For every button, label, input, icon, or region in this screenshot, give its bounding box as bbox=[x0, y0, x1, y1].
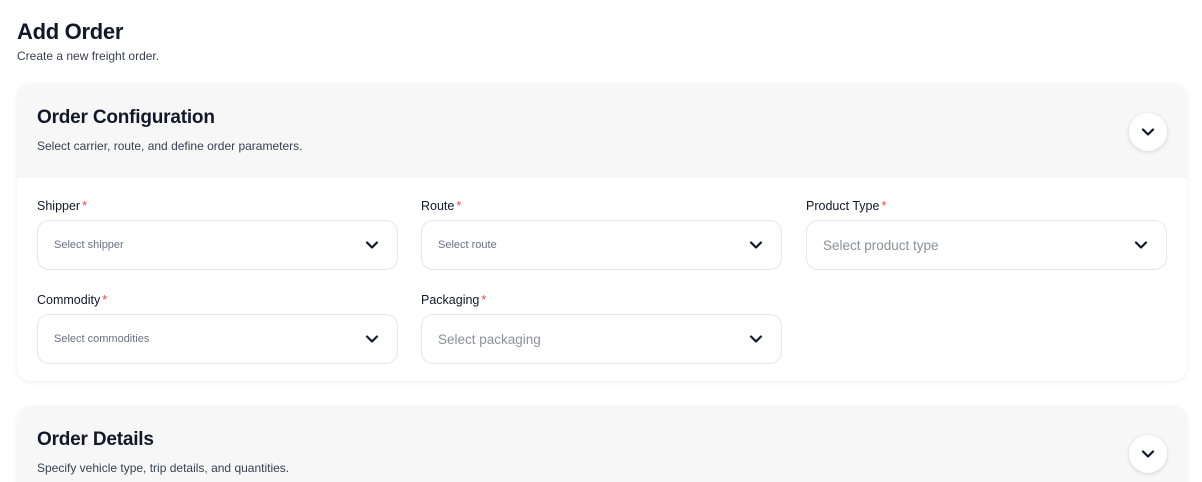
shipper-field: Shipper * Select shipper bbox=[37, 198, 398, 270]
required-mark: * bbox=[102, 293, 108, 307]
commodity-label: Commodity bbox=[37, 293, 101, 307]
page-subtitle: Create a new freight order. bbox=[17, 49, 160, 63]
required-mark: * bbox=[82, 199, 87, 213]
shipper-select[interactable]: Select shipper bbox=[37, 220, 398, 270]
field-label: Route * bbox=[421, 198, 782, 214]
required-mark: * bbox=[881, 199, 887, 213]
commodity-field: Commodity * Select commodities bbox=[37, 292, 398, 364]
packaging-placeholder: Select packaging bbox=[438, 331, 541, 347]
order-configuration-header[interactable]: Order Configuration Select carrier, rout… bbox=[17, 84, 1187, 178]
chevron-down-icon bbox=[1141, 128, 1155, 136]
section-description: Select carrier, route, and define order … bbox=[37, 139, 303, 153]
chevron-down-icon bbox=[749, 240, 763, 250]
packaging-select[interactable]: Select packaging bbox=[421, 314, 782, 364]
field-label: Shipper * bbox=[37, 198, 398, 214]
collapse-toggle-button[interactable] bbox=[1129, 435, 1167, 473]
chevron-down-icon bbox=[1141, 450, 1155, 458]
page-title: Add Order bbox=[17, 19, 124, 44]
product-type-label: Product Type bbox=[806, 199, 880, 213]
chevron-down-icon bbox=[1134, 240, 1148, 250]
chevron-down-icon bbox=[365, 240, 379, 250]
shipper-label: Shipper bbox=[37, 199, 81, 213]
route-label: Route bbox=[421, 199, 455, 213]
packaging-field: Packaging * Select packaging bbox=[421, 292, 782, 364]
page-header: Add Order Create a new freight order. bbox=[17, 19, 160, 64]
field-label: Packaging * bbox=[421, 292, 782, 308]
route-select[interactable]: Select route bbox=[421, 220, 782, 270]
order-configuration-card: Order Configuration Select carrier, rout… bbox=[17, 84, 1187, 381]
field-label: Commodity * bbox=[37, 292, 398, 308]
collapse-toggle-button[interactable] bbox=[1129, 113, 1167, 151]
required-mark: * bbox=[481, 293, 487, 307]
shipper-placeholder: Select shipper bbox=[54, 239, 124, 251]
product-type-field: Product Type * Select product type bbox=[806, 198, 1167, 270]
order-details-card: Order Details Specify vehicle type, trip… bbox=[17, 406, 1187, 482]
product-type-placeholder: Select product type bbox=[823, 237, 939, 253]
section-title: Order Details bbox=[37, 429, 154, 450]
route-field: Route * Select route bbox=[421, 198, 782, 270]
packaging-label: Packaging bbox=[421, 293, 480, 307]
chevron-down-icon bbox=[365, 334, 379, 344]
order-details-header[interactable]: Order Details Specify vehicle type, trip… bbox=[17, 406, 1187, 482]
order-configuration-body: Shipper * Select shipper Route * Select ro… bbox=[17, 178, 1187, 381]
field-label: Product Type * bbox=[806, 198, 1167, 214]
route-placeholder: Select route bbox=[438, 239, 497, 251]
required-mark: * bbox=[456, 199, 462, 213]
product-type-select[interactable]: Select product type bbox=[806, 220, 1167, 270]
commodity-placeholder: Select commodities bbox=[54, 333, 150, 345]
chevron-down-icon bbox=[749, 334, 763, 344]
commodity-select[interactable]: Select commodities bbox=[37, 314, 398, 364]
section-description: Specify vehicle type, trip details, and … bbox=[37, 461, 290, 475]
section-title: Order Configuration bbox=[37, 107, 215, 128]
